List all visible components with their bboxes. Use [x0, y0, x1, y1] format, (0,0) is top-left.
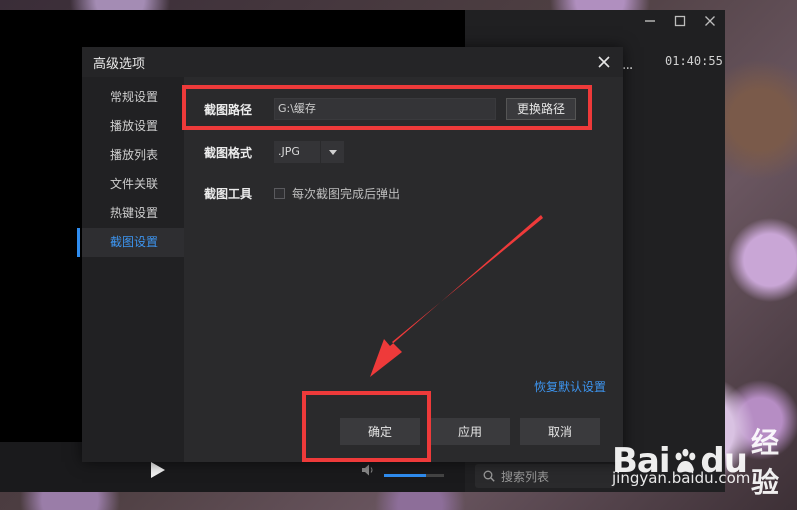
- sidebar-item-playback[interactable]: 播放设置: [82, 112, 184, 141]
- dropdown-arrow-icon: [320, 141, 344, 163]
- close-icon[interactable]: [597, 55, 611, 69]
- volume-slider[interactable]: [384, 474, 444, 477]
- tool-label: 截图工具: [204, 187, 253, 201]
- settings-sidebar: 常规设置 播放设置 播放列表 文件关联 热键设置 截图设置: [77, 77, 184, 462]
- search-icon: [483, 470, 495, 482]
- sidebar-item-file-association[interactable]: 文件关联: [82, 170, 184, 199]
- apply-button[interactable]: 应用: [430, 418, 510, 445]
- maximize-button[interactable]: [665, 10, 695, 32]
- close-icon: [705, 16, 715, 26]
- format-label: 截图格式: [204, 145, 253, 160]
- format-row: 截图格式 .JPG: [204, 141, 344, 163]
- format-value: .JPG: [278, 145, 300, 158]
- play-icon[interactable]: [150, 461, 166, 479]
- dialog-header: 高级选项: [82, 47, 623, 77]
- minimize-button[interactable]: [635, 10, 665, 32]
- playlist-search-input[interactable]: 搜索列表: [475, 464, 615, 488]
- sidebar-item-playlist[interactable]: 播放列表: [82, 141, 184, 170]
- volume-icon[interactable]: [361, 463, 375, 477]
- dialog-title: 高级选项: [93, 56, 146, 72]
- maximize-icon: [674, 15, 686, 27]
- search-placeholder: 搜索列表: [501, 469, 550, 484]
- more-dots: ...: [622, 57, 633, 73]
- watermark-brand-cn: 经验: [750, 426, 779, 499]
- restore-defaults-link[interactable]: 恢复默认设置: [534, 378, 606, 395]
- watermark-url: jingyan.baidu.com: [612, 469, 751, 487]
- sidebar-item-general[interactable]: 常规设置: [82, 83, 184, 112]
- minimize-icon: [645, 20, 655, 22]
- baidu-jingyan-watermark: Bai du 经验 jingyan.baidu.com: [612, 421, 792, 499]
- time-display: 01:40:55: [665, 54, 723, 68]
- cancel-button[interactable]: 取消: [520, 418, 600, 445]
- sidebar-item-hotkeys[interactable]: 热键设置: [82, 199, 184, 228]
- annotation-box-path: [182, 85, 592, 130]
- popup-checkbox[interactable]: [274, 188, 285, 199]
- window-controls: [635, 10, 725, 32]
- volume-slider-fill: [384, 474, 426, 477]
- window-close-button[interactable]: [695, 10, 725, 32]
- format-select[interactable]: .JPG: [274, 141, 344, 163]
- annotation-box-ok: [302, 391, 431, 462]
- popup-checkbox-label[interactable]: 每次截图完成后弹出: [292, 185, 400, 202]
- sidebar-item-screenshot[interactable]: 截图设置: [77, 228, 184, 257]
- watermark-logo: Bai du 经验: [612, 421, 792, 501]
- tool-row: 截图工具 每次截图完成后弹出: [204, 185, 400, 202]
